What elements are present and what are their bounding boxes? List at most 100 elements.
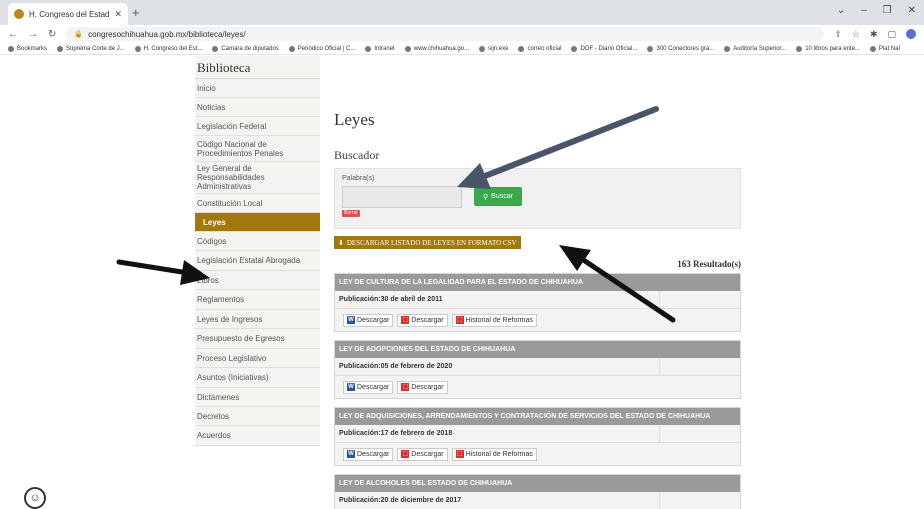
sidebar-item-códigos[interactable]: Códigos: [195, 232, 320, 251]
bookmark-item[interactable]: sijn.exe: [479, 45, 508, 52]
star-icon[interactable]: ☆: [852, 29, 860, 40]
restore-icon[interactable]: ❐: [883, 5, 892, 16]
publication-date: 30 de abril de 2011: [380, 296, 443, 303]
sidebar-item-presupuesto-de-egresos[interactable]: Presupuesto de Egresos: [195, 329, 320, 349]
sidebar-item-label: Código Nacional de Procedimientos Penale…: [197, 139, 284, 158]
law-side-cell: [660, 492, 740, 509]
bookmark-item[interactable]: 300 Conectores gra...: [647, 45, 714, 52]
close-window-icon[interactable]: ✕: [908, 5, 916, 16]
sidebar-item-label: Asuntos (Iniciativas): [197, 373, 269, 382]
sidebar-item-legislación-estatal-abrogada[interactable]: Legislación Estatal Abrogada: [195, 251, 320, 271]
sidebar-item-asuntos-iniciativas[interactable]: Asuntos (Iniciativas): [195, 368, 320, 388]
bookmark-item[interactable]: H. Congreso del Est...: [134, 45, 202, 52]
sidebar-item-ley-general-de-responsabilidades-administrativas[interactable]: Ley General de Responsabilidades Adminis…: [195, 162, 320, 194]
chevron-down-icon[interactable]: ⌄: [837, 5, 845, 16]
sidebar-item-acuerdos[interactable]: Acuerdos: [195, 426, 320, 446]
search-panel: Palabra(s) ⚲ Buscar Borrar: [334, 168, 741, 229]
search-input[interactable]: [342, 186, 462, 208]
reload-icon[interactable]: ↻: [48, 29, 56, 40]
law-publication: Publicación: 05 de febrero de 2020: [335, 358, 660, 375]
sidebar-item-leyes[interactable]: Leyes: [195, 213, 320, 232]
law-card: LEY DE ADOPCIONES DEL ESTADO DE CHIHUAHU…: [334, 340, 741, 399]
publication-date: 05 de febrero de 2020: [380, 363, 453, 370]
sidebar-item-dictámenes[interactable]: Dictámenes: [195, 388, 320, 407]
download-pdf-button[interactable]: ⬚ Descargar: [397, 313, 448, 327]
bookmark-item[interactable]: 10 libros para ente...: [796, 45, 860, 52]
bookmark-label: Intranet: [374, 45, 395, 52]
browser-toolbar: ← → ↻ 🔒 congresochihuahua.gob.mx/bibliot…: [0, 25, 924, 43]
download-button-label: Descargar: [411, 450, 444, 458]
download-csv-button[interactable]: ⬇ DESCARGAR LISTADO DE LEYES EN FORMATO …: [334, 236, 521, 249]
bookmark-item[interactable]: Suprema Corte de J...: [57, 45, 125, 52]
sidebar-item-inicio[interactable]: Inicio: [195, 79, 320, 98]
law-title[interactable]: LEY DE ADOPCIONES DEL ESTADO DE CHIHUAHU…: [335, 341, 740, 358]
forward-icon[interactable]: →: [28, 29, 38, 40]
publication-prefix: Publicación:: [339, 363, 381, 370]
sidebar-item-label: Libros: [197, 275, 219, 285]
sidebar-item-constitución-local[interactable]: Constitución Local: [195, 194, 320, 213]
pdf-file-icon: ⬚: [455, 316, 464, 324]
window-controls: ⌄ – ❐ ✕: [837, 5, 916, 16]
download-word-button[interactable]: W Descargar: [343, 447, 394, 461]
extensions-icon[interactable]: ✱: [870, 29, 878, 40]
download-pdf-button[interactable]: ⬚ Descargar: [397, 380, 448, 394]
clear-button[interactable]: Borrar: [342, 210, 360, 217]
star-icon: [8, 45, 14, 52]
download-pdf-button[interactable]: ⬚ Descargar: [397, 447, 448, 461]
bookmark-item[interactable]: Auditoría Superior...: [724, 45, 787, 52]
bookmark-item[interactable]: DOF - Diario Oficial...: [571, 45, 637, 52]
sidebar-item-legislación-federal[interactable]: Legislación Federal: [195, 117, 320, 136]
law-download-buttons: W Descargar ⬚ Descargar ⬚ Historial de Reform…: [335, 309, 740, 331]
publication-date: 20 de diciembre de 2017: [380, 497, 462, 504]
sidebar-item-código-nacional-de-procedimientos-penales[interactable]: Código Nacional de Procedimientos Penale…: [195, 136, 320, 162]
bookmark-label: Camara de diputados: [221, 45, 279, 52]
sidebar-item-decretos[interactable]: Decretos: [195, 407, 320, 426]
bookmark-favicon-icon: [518, 45, 525, 52]
minimize-icon[interactable]: –: [861, 5, 867, 16]
sidebar-item-reglamentos[interactable]: Reglamentos: [195, 290, 320, 310]
close-tab-icon[interactable]: ✕: [114, 9, 122, 20]
download-csv-label: DESCARGAR LISTADO DE LEYES EN FORMATO CS…: [346, 238, 517, 247]
reform-history-button[interactable]: ⬚ Historial de Reformas: [451, 447, 537, 461]
bookmark-item[interactable]: Intranet: [365, 45, 395, 52]
law-side-cell: [660, 291, 740, 308]
sidepanel-icon[interactable]: ▢: [887, 29, 896, 40]
new-tab-icon[interactable]: +: [132, 5, 140, 20]
share-icon[interactable]: ⇪: [834, 29, 842, 40]
bookmark-item[interactable]: Camara de diputados: [212, 45, 279, 52]
sidebar-item-label: Códigos: [197, 236, 227, 246]
download-button-label: Historial de Reformas: [465, 450, 533, 458]
bookmark-item[interactable]: correo oficial: [518, 45, 561, 52]
download-word-button[interactable]: W Descargar: [343, 313, 394, 327]
bookmark-item[interactable]: Plat Nal: [869, 45, 900, 52]
law-title[interactable]: LEY DE ALCOHOLES DEL ESTADO DE CHIHUAHUA: [335, 475, 740, 492]
profile-avatar[interactable]: [906, 29, 916, 39]
search-section-title: Buscador: [334, 148, 380, 162]
word-file-icon: W: [347, 383, 355, 391]
search-button[interactable]: ⚲ Buscar: [474, 187, 522, 206]
bookmark-item[interactable]: Bookmarks: [8, 45, 47, 52]
bookmark-item[interactable]: www.chihuahua.go...: [404, 45, 469, 52]
word-file-icon: W: [347, 316, 355, 324]
law-title[interactable]: LEY DE ADQUISICIONES, ARRENDAMIENTOS Y C…: [335, 408, 740, 425]
bookmark-item[interactable]: Periódico Oficial | C...: [288, 45, 355, 52]
sidebar-item-label: Proceso Legislativo: [197, 353, 267, 363]
browser-tab[interactable]: H. Congreso del Estado de Chih... ✕: [8, 3, 128, 25]
address-bar[interactable]: 🔒 congresochihuahua.gob.mx/biblioteca/le…: [66, 27, 825, 41]
bookmark-favicon-icon: [869, 45, 876, 52]
bookmark-label: Auditoría Superior...: [733, 45, 787, 52]
sidebar-item-libros[interactable]: Libros: [195, 271, 320, 290]
law-side-cell: [660, 425, 740, 442]
accessibility-icon[interactable]: ☺: [24, 487, 46, 509]
sidebar-item-label: Constitución Local: [197, 198, 263, 208]
sidebar-item-noticias[interactable]: Noticias: [195, 98, 320, 117]
reform-history-button[interactable]: ⬚ Historial de Reformas: [451, 313, 537, 327]
sidebar-item-label: Leyes: [203, 217, 226, 227]
bookmark-label: Suprema Corte de J...: [66, 45, 125, 52]
law-title[interactable]: LEY DE CULTURA DE LA LEGALIDAD PARA EL E…: [335, 274, 740, 291]
sidebar-item-leyes-de-ingresos[interactable]: Leyes de Ingresos: [195, 310, 320, 329]
sidebar-item-proceso-legislativo[interactable]: Proceso Legislativo: [195, 349, 320, 368]
download-word-button[interactable]: W Descargar: [343, 380, 394, 394]
back-icon[interactable]: ←: [8, 29, 18, 40]
publication-prefix: Publicación:: [339, 296, 381, 303]
